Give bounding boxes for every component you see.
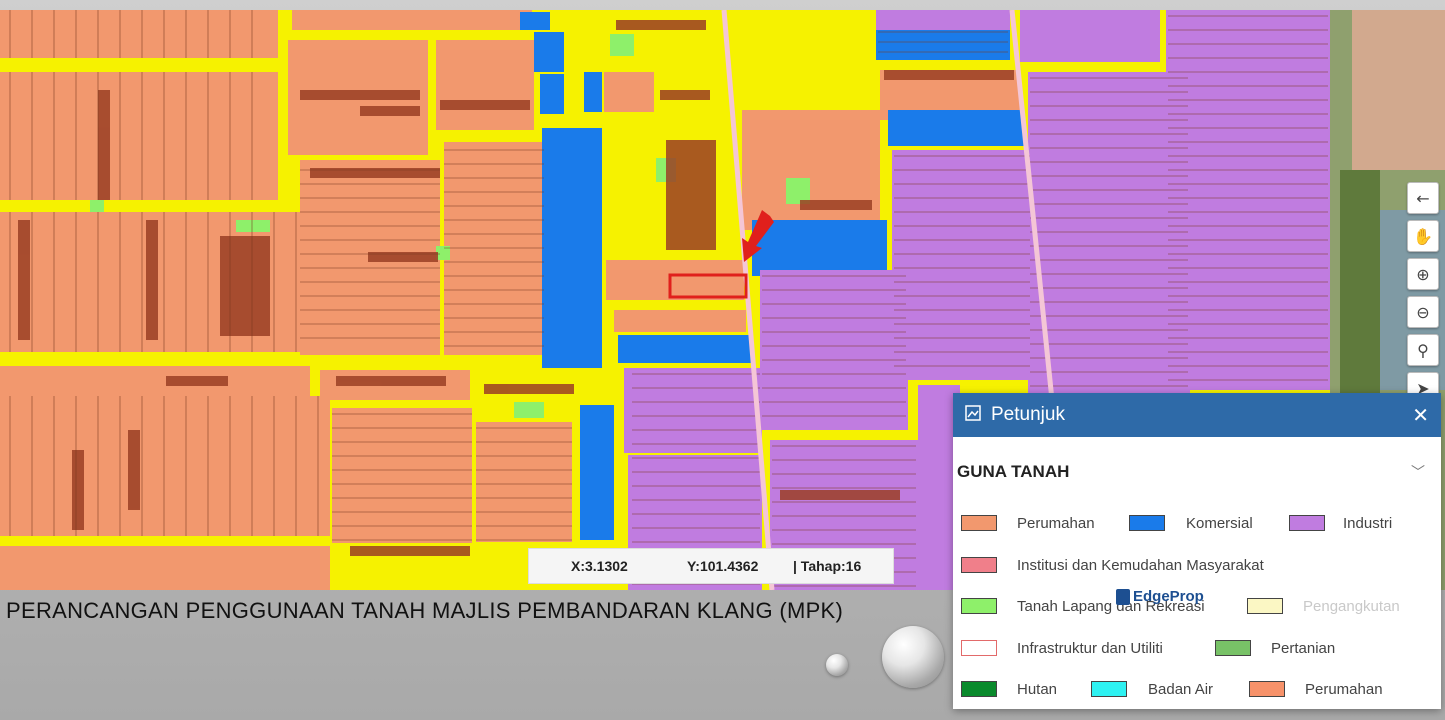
legend-swatch: [961, 515, 997, 531]
zoom-in-button[interactable]: ⊕: [1407, 258, 1439, 290]
legend-label: Perumahan: [1017, 515, 1095, 532]
legend-label: Hutan: [1017, 681, 1058, 698]
legend-panel: Petunjuk ✕ GUNA TANAH ﹀ Perumahan Komersi…: [953, 393, 1441, 709]
legend-swatch: [961, 598, 997, 614]
legend-label: Pengangkutan: [1303, 598, 1400, 615]
person-location-icon: ⚲: [1417, 340, 1429, 360]
brand-logo: EdgeProp: [1116, 588, 1204, 605]
legend-section-title: GUNA TANAH: [957, 462, 1070, 481]
zoom-out-button[interactable]: ⊖: [1407, 296, 1439, 328]
y-coordinate: Y:101.4362: [687, 558, 759, 574]
legend-swatch: [1249, 681, 1285, 697]
close-icon[interactable]: ✕: [1412, 403, 1429, 428]
back-arrow-button[interactable]: ←: [1407, 182, 1439, 214]
legend-row: Institusi dan Kemudahan Masyarakat: [953, 545, 1441, 587]
zoom-level: | Tahap:16: [793, 558, 862, 574]
legend-swatch: [961, 639, 997, 656]
legend-swatch: [961, 556, 997, 573]
legend-header: Petunjuk ✕: [953, 393, 1441, 437]
map-toolbar: ← ✋ ⊕ ⊖ ⚲ ➤: [1407, 182, 1439, 404]
legend-label: Institusi dan Kemudahan Masyarakat: [1017, 556, 1264, 574]
legend-image-icon: [965, 404, 981, 426]
x-coordinate: X:3.1302: [571, 558, 628, 574]
legend-swatch: [1129, 515, 1165, 531]
pan-hand-button[interactable]: ✋: [1407, 220, 1439, 252]
legend-label: Komersial: [1186, 515, 1253, 532]
legend-label: Pertanian: [1271, 639, 1336, 657]
legend-swatch: [1289, 515, 1325, 531]
decorative-bubble-small: [826, 654, 848, 676]
brand-text: EdgeProp: [1133, 588, 1204, 605]
legend-label: Infrastruktur dan Utiliti: [1017, 639, 1163, 657]
chevron-down-icon[interactable]: ﹀: [1411, 462, 1425, 482]
legend-label: Industri: [1343, 515, 1393, 532]
legend-swatch: [1091, 681, 1127, 697]
pan-hand-icon: ✋: [1413, 226, 1433, 246]
legend-label: Perumahan: [1305, 681, 1383, 698]
page-caption: PERANCANGAN PENGGUNAAN TANAH MAJLIS PEMB…: [6, 598, 844, 623]
legend-title: Petunjuk: [991, 404, 1065, 425]
coordinate-readout: X:3.1302 Y:101.4362 | Tahap:16: [528, 548, 894, 584]
person-location-button[interactable]: ⚲: [1407, 334, 1439, 366]
legend-label: Badan Air: [1148, 681, 1214, 698]
legend-row: Perumahan Komersial Industri: [953, 503, 1441, 545]
brand-logo-icon: [1116, 588, 1130, 605]
zoom-out-icon: ⊖: [1416, 302, 1430, 322]
legend-row: Infrastruktur dan Utiliti Pertanian: [953, 628, 1441, 670]
legend-swatch: [961, 681, 997, 697]
legend-swatch: [1215, 639, 1251, 656]
decorative-bubble-large: [882, 626, 944, 688]
back-arrow-icon: ←: [1416, 188, 1430, 208]
legend-section-header[interactable]: GUNA TANAH ﹀: [953, 447, 1441, 497]
legend-swatch: [1247, 598, 1283, 614]
zoom-in-icon: ⊕: [1416, 264, 1430, 284]
legend-row: Hutan Badan Air Perumahan: [953, 669, 1441, 711]
